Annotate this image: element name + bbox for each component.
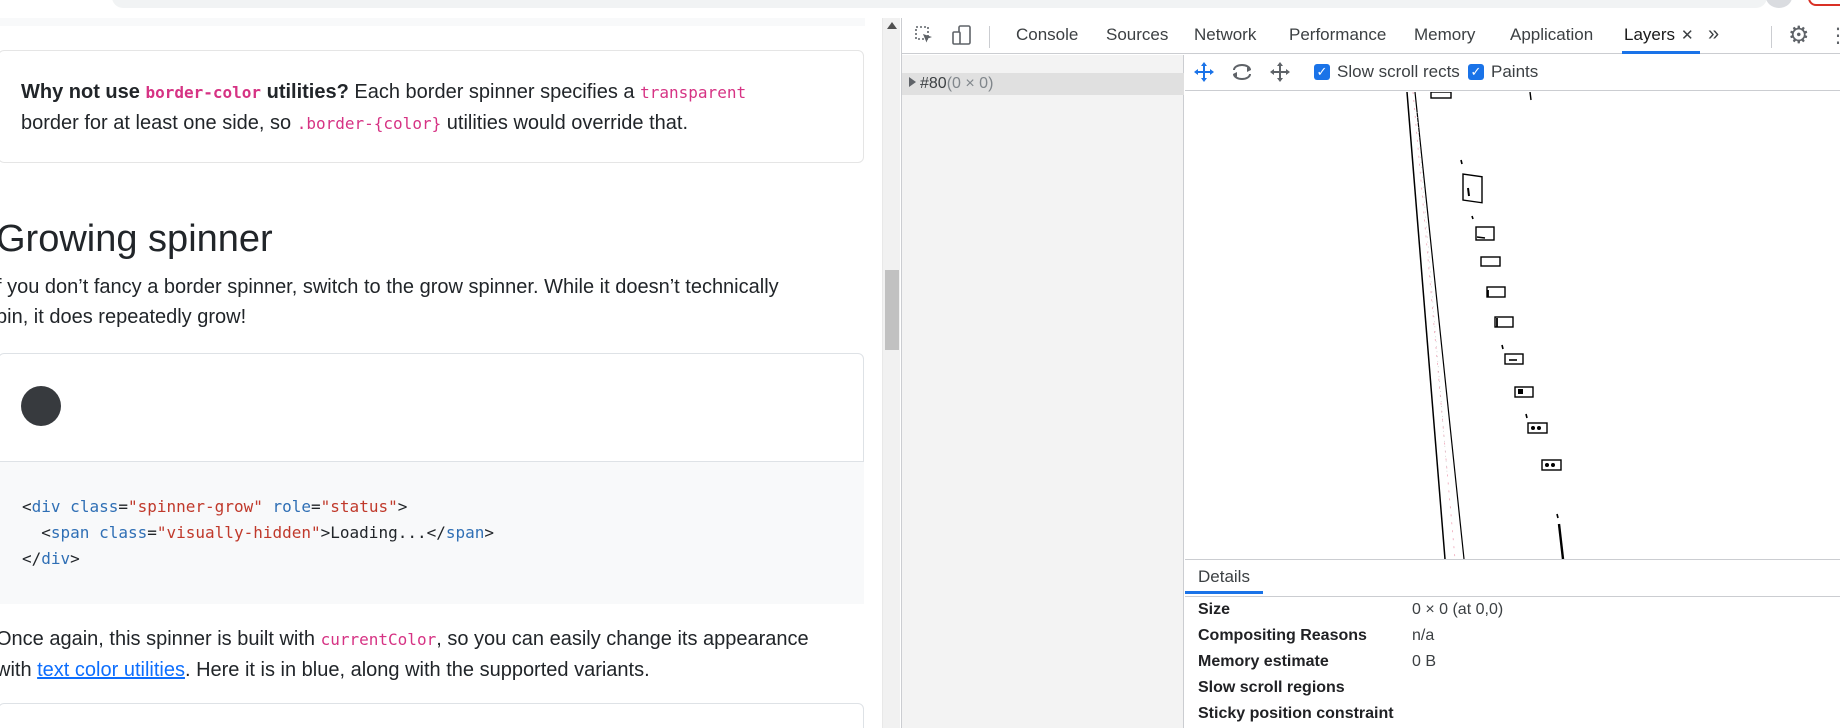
paints-label[interactable]: Paints [1491,61,1538,83]
layers-view: ✓ Slow scroll rects ✓ Paints Details Siz… [1185,55,1840,728]
spinner-grow [21,386,61,426]
tab-performance[interactable]: Performance [1287,18,1388,54]
layers-3d-visualization [1406,92,1565,559]
tree-row-layer[interactable]: #80(0 × 0) [902,73,1184,95]
layers-toolbar: ✓ Slow scroll rects ✓ Paints [1185,55,1840,91]
tab-sources[interactable]: Sources [1104,18,1170,54]
tab-details[interactable]: Details [1185,560,1263,594]
detail-key: Compositing Reasons [1198,627,1367,644]
toolbar-divider [989,26,990,48]
section-heading: Growing spinner [0,218,273,260]
rotate-mode-icon[interactable] [1229,61,1255,87]
tab-memory[interactable]: Memory [1412,18,1477,54]
callout-code-border-color-class: .border-{color} [296,114,442,133]
toolbar-divider-right [1771,26,1772,48]
slow-scroll-rects-label[interactable]: Slow scroll rects [1337,61,1460,83]
example-preview [0,353,864,462]
detail-value: 0 B [1412,653,1437,670]
detail-value: n/a [1412,627,1435,644]
variants-description: Once again, this spinner is built with c… [0,628,809,681]
tab-layers[interactable]: Layers ✕ [1622,18,1700,54]
device-toolbar-icon[interactable] [950,24,974,48]
scroll-up-arrow-icon[interactable] [887,22,897,29]
previous-code-block [0,18,865,26]
layer-node-dims: (0 × 0) [946,75,994,92]
layer-tree: #80(0 × 0) [902,55,1184,728]
callout-question: Why not use border-color utilities? [21,81,349,103]
devtools-toolbar: Console Sources Network Performance Memo… [902,18,1840,54]
reset-transform-icon[interactable] [1267,61,1293,87]
detail-key: Sticky position constraint [1198,705,1394,722]
callout-code-transparent: transparent [640,83,747,102]
detail-key: Memory estimate [1198,653,1329,670]
section-description: f you don’t fancy a border spinner, swit… [0,276,779,328]
inspect-element-icon[interactable] [912,24,936,48]
callout-info: Why not use border-color utilities? Each… [0,50,864,163]
layers-3d-canvas[interactable] [1185,92,1840,559]
slow-scroll-rects-checkbox[interactable]: ✓ [1314,64,1330,80]
detail-value: 0 × 0 (at 0,0) [1412,601,1504,618]
paints-checkbox[interactable]: ✓ [1468,64,1484,80]
more-options-icon[interactable]: ⋮ [1828,24,1840,48]
devtools-panel: Console Sources Network Performance Memo… [901,18,1840,728]
tab-console[interactable]: Console [1014,18,1080,54]
more-tabs-icon[interactable]: » [1708,18,1719,54]
profile-avatar[interactable] [1766,0,1792,8]
browser-top-strip [0,0,1840,18]
pan-mode-icon[interactable] [1191,61,1217,87]
detail-key: Slow scroll regions [1198,679,1345,696]
settings-gear-icon[interactable]: ⚙ [1788,22,1810,50]
address-bar[interactable] [112,0,1767,8]
close-icon[interactable]: ✕ [1681,27,1694,44]
callout-code-border-color: border-color [145,83,262,102]
code-currentcolor: currentColor [320,630,437,649]
details-panel: Details Size 0 × 0 (at 0,0) Compositing … [1185,559,1840,728]
next-example-preview [0,703,864,728]
scrollbar-thumb[interactable] [885,270,899,350]
page-scrollbar[interactable] [882,18,900,728]
code-snippet[interactable]: <div class="spinner-grow" role="status">… [0,462,864,604]
tab-layers-label: Layers [1624,25,1676,44]
detail-key: Size [1198,601,1231,618]
browser-update-button[interactable] [1808,0,1840,6]
expand-triangle-icon[interactable] [909,77,916,87]
tab-network[interactable]: Network [1192,18,1258,54]
tab-application[interactable]: Application [1508,18,1595,54]
page-content: Why not use border-color utilities? Each… [0,18,885,728]
details-table: Size 0 × 0 (at 0,0) Compositing Reasons … [1185,596,1840,722]
layer-node-id: #80 [920,75,947,92]
text-color-utilities-link[interactable]: text color utilities [37,659,185,681]
